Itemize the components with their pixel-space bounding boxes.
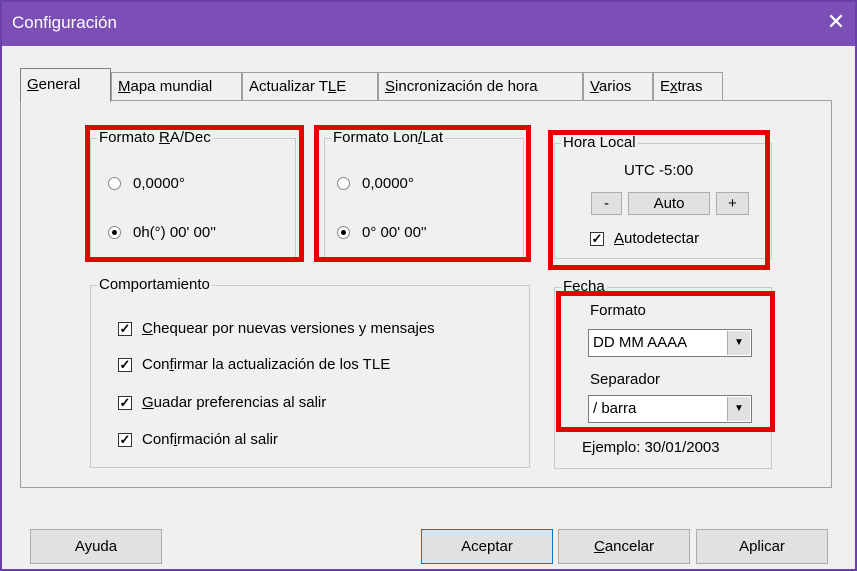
radio-button[interactable]: [108, 226, 121, 239]
checkbox-box[interactable]: ✓: [118, 357, 132, 372]
ayuda-button[interactable]: Ayuda: [30, 529, 162, 564]
label-mnemonic: C: [142, 320, 153, 337]
fecha-ejemplo: Ejemplo: 30/01/2003: [582, 439, 720, 456]
check-nuevas-versiones[interactable]: ✓ Chequear por nuevas versiones y mensaj…: [118, 320, 435, 337]
radec-option-decimal[interactable]: 0,0000°: [108, 175, 185, 192]
radio-button[interactable]: [337, 226, 350, 239]
checkbox-box[interactable]: ✓: [118, 432, 132, 447]
radio-button[interactable]: [337, 177, 350, 190]
button-label-post: ancelar: [604, 538, 655, 555]
tab-label-post: E: [336, 78, 347, 95]
tab-label-pre: Actualizar T: [249, 78, 328, 95]
label-pre: Conf: [142, 431, 174, 448]
label-post: uadar preferencias al salir: [153, 394, 327, 411]
aplicar-button[interactable]: Aplicar: [696, 529, 828, 564]
legend-pre: Formato: [99, 129, 160, 146]
tab-mapa-mundial[interactable]: Mapa mundial: [111, 72, 242, 100]
label-post: utodetectar: [624, 230, 700, 247]
lonlat-legend: Formato Lon/Lat: [331, 129, 446, 146]
tab-label-post: tras: [677, 78, 703, 95]
lonlat-option-sexagesimal[interactable]: 0° 00' 00'': [337, 224, 427, 241]
window-title: Configuración: [12, 13, 117, 32]
separador-select[interactable]: / barra ▼: [588, 395, 752, 423]
tab-label-pre: E: [660, 78, 671, 95]
close-icon[interactable]: ✕: [823, 10, 849, 36]
aceptar-button[interactable]: Aceptar: [421, 529, 553, 564]
check-confirmacion-salir[interactable]: ✓ Confirmación al salir: [118, 431, 278, 448]
tab-label-mnemonic: V: [590, 78, 599, 95]
tab-sincronizacion-hora[interactable]: Sincronización de hora: [378, 72, 583, 100]
tab-label-post: arios: [598, 78, 632, 95]
formato-select-value: DD MM AAAA: [593, 334, 688, 351]
label-mnemonic: A: [614, 230, 625, 247]
legend-post: Lat: [422, 129, 444, 146]
legend-pre: Formato Lon: [333, 129, 419, 146]
tab-label-mnemonic: M: [118, 78, 131, 95]
legend-post: A/Dec: [169, 129, 211, 146]
comportamiento-legend: Comportamiento: [97, 276, 212, 293]
radio-label: 0° 00' 00'': [362, 224, 427, 241]
checkbox-box[interactable]: ✓: [118, 395, 132, 410]
legend-mnemonic: R: [159, 129, 170, 146]
radio-label: 0,0000°: [133, 175, 185, 192]
utc-auto-button[interactable]: Auto: [628, 192, 710, 215]
radio-label: 0,0000°: [362, 175, 414, 192]
radec-legend: Formato RA/Dec: [97, 129, 213, 146]
checkbox-label: Confirmar la actualización de los TLE: [142, 356, 390, 373]
label-post: irmar la actualización de los TLE: [173, 356, 391, 373]
tab-extras[interactable]: Extras: [653, 72, 723, 100]
autodetectar-checkbox[interactable]: ✓ Autodetectar: [590, 230, 699, 247]
tab-label-mnemonic: S: [385, 78, 396, 95]
checkbox-label: Guadar preferencias al salir: [142, 394, 326, 411]
formato-label: Formato: [590, 302, 646, 319]
check-guardar-preferencias[interactable]: ✓ Guadar preferencias al salir: [118, 394, 326, 411]
tab-label-post: apa mundial: [130, 78, 213, 95]
separador-label: Separador: [590, 371, 661, 388]
fecha-legend: Fecha: [561, 278, 607, 295]
utc-offset-label: UTC -5:00: [624, 162, 694, 179]
tab-label-mnemonic: L: [327, 78, 337, 95]
label-post: hequear por nuevas versiones y mensajes: [152, 320, 435, 337]
lonlat-option-decimal[interactable]: 0,0000°: [337, 175, 414, 192]
checkbox-box[interactable]: ✓: [590, 231, 604, 246]
tab-actualizar-tle[interactable]: Actualizar TLE: [242, 72, 378, 100]
title-bar: Configuración ✕: [2, 2, 855, 46]
label-mnemonic: G: [142, 394, 154, 411]
tab-label-mnemonic: x: [670, 78, 678, 95]
tab-label-mnemonic: G: [27, 76, 39, 93]
config-window: Configuración ✕ General Mapa mundial Act…: [0, 0, 857, 571]
checkbox-label: Chequear por nuevas versiones y mensajes: [142, 320, 435, 337]
checkbox-label: Autodetectar: [614, 230, 699, 247]
tab-varios[interactable]: Varios: [583, 72, 653, 100]
chevron-down-icon[interactable]: ▼: [727, 331, 750, 355]
utc-minus-button[interactable]: -: [591, 192, 622, 215]
separador-select-value: / barra: [593, 400, 637, 417]
radio-label: 0h(°) 00' 00'': [133, 224, 216, 241]
cancelar-button[interactable]: Cancelar: [558, 529, 690, 564]
tab-label-post: eneral: [38, 76, 81, 93]
formato-select[interactable]: DD MM AAAA ▼: [588, 329, 752, 357]
radec-option-sexagesimal[interactable]: 0h(°) 00' 00'': [108, 224, 216, 241]
label-post: rmación al salir: [177, 431, 278, 448]
tab-general[interactable]: General: [20, 68, 111, 102]
tab-label-post: incronización de hora: [395, 78, 538, 95]
button-mnemonic: C: [593, 538, 605, 555]
hora-local-legend: Hora Local: [561, 134, 638, 151]
chevron-down-icon[interactable]: ▼: [727, 397, 750, 421]
label-pre: Con: [142, 356, 170, 373]
checkbox-box[interactable]: ✓: [118, 321, 132, 336]
check-confirmar-tle[interactable]: ✓ Confirmar la actualización de los TLE: [118, 356, 390, 373]
utc-plus-button[interactable]: +: [716, 192, 749, 215]
checkbox-label: Confirmación al salir: [142, 431, 278, 448]
radio-button[interactable]: [108, 177, 121, 190]
